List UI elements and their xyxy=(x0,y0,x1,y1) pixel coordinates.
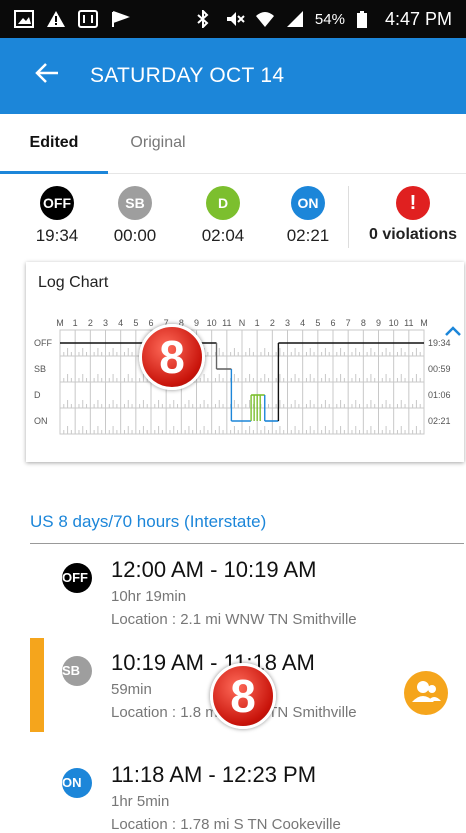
hour-tick-label: 10 xyxy=(207,318,217,328)
row-total: 00:59 xyxy=(428,364,451,374)
summary-off: OFF 19:34 xyxy=(27,186,87,246)
event-range: 12:00 AM - 10:19 AM xyxy=(111,557,317,582)
clock: 4:47 PM xyxy=(384,8,452,29)
hour-tick-label: 4 xyxy=(118,318,123,328)
hour-tick-label: 5 xyxy=(315,318,320,328)
bluetooth-icon xyxy=(195,8,215,30)
section-divider xyxy=(30,543,464,544)
violations-summary[interactable]: ! 0 violations xyxy=(360,186,466,244)
row-label: D xyxy=(34,390,41,400)
tab-original[interactable]: Original xyxy=(108,114,208,174)
log-chart-title: Log Chart xyxy=(38,274,109,291)
log-chart-graph: M 1 2 3 4 5 6 7 8 9 10 11 N 1 2 3 4 5 6 7 8 9 10 11 MOFF 19:34SB 0… xyxy=(34,318,451,435)
row-total: 19:34 xyxy=(428,338,451,348)
hour-tick-label: 6 xyxy=(330,318,335,328)
watermark-logo: 8 xyxy=(139,324,205,390)
row-label: OFF xyxy=(34,338,52,348)
event-duration: 59min xyxy=(111,681,152,698)
log-chart-card: Log Chart M 1 2 3 4 5 6 7 8 9 10 11 N 1 2 3 4 5 6 7 8 9 10 11 M O… xyxy=(26,262,464,462)
d-total: 02:04 xyxy=(201,226,245,245)
event-on-badge: ON xyxy=(62,768,92,798)
hour-tick-label: 3 xyxy=(285,318,290,328)
hour-tick-label: 9 xyxy=(376,318,381,328)
hour-tick-label: 5 xyxy=(133,318,138,328)
tab-bar: Edited Original xyxy=(0,114,466,174)
wifi-icon xyxy=(255,10,275,28)
back-button[interactable] xyxy=(0,60,90,92)
status-bar: 54% 4:47 PM xyxy=(0,0,466,38)
watermark-logo: 8 xyxy=(210,663,276,729)
event-duration: 10hr 19min xyxy=(111,588,187,605)
off-total: 19:34 xyxy=(35,226,79,245)
row-total: 01:06 xyxy=(428,390,451,400)
event-range: 11:18 AM - 12:23 PM xyxy=(111,762,317,787)
on-badge: ON xyxy=(291,186,325,220)
app-bar: SATURDAY OCT 14 xyxy=(0,38,466,114)
hour-tick-label: 1 xyxy=(255,318,260,328)
sb-badge: SB xyxy=(118,186,152,220)
duty-summary: OFF 19:34 SB 00:00 D 02:04 ON 02:21 ! 0 … xyxy=(0,186,466,252)
gallery-icon xyxy=(14,10,34,28)
summary-on: ON 02:21 xyxy=(278,186,338,246)
hour-tick-label: 1 xyxy=(73,318,78,328)
event-range: 10:19 AM - 11:18 AM xyxy=(111,650,315,675)
summary-d: D 02:04 xyxy=(193,186,253,246)
hour-tick-label: 3 xyxy=(103,318,108,328)
event-location: Location : 1.78 mi S TN Cookeville xyxy=(111,816,341,833)
hour-tick-label: 2 xyxy=(270,318,275,328)
violation-alert-icon: ! xyxy=(396,186,430,220)
event-sb-badge: SB xyxy=(62,656,92,686)
off-badge: OFF xyxy=(40,186,74,220)
flag-icon xyxy=(110,10,130,28)
hour-tick-label: 4 xyxy=(300,318,305,328)
hour-tick-label: 11 xyxy=(404,318,413,328)
hour-tick-label: M xyxy=(56,318,64,328)
warning-icon xyxy=(46,10,66,28)
signal-icon xyxy=(285,10,305,28)
row-label: SB xyxy=(34,364,46,374)
hour-tick-label: 8 xyxy=(361,318,366,328)
selected-indicator xyxy=(30,638,44,732)
row-label: ON xyxy=(34,416,48,426)
event-off-badge: OFF xyxy=(62,563,92,593)
mute-icon xyxy=(225,10,245,28)
hour-tick-label: 9 xyxy=(194,318,199,328)
ruleset-title: US 8 days/70 hours (Interstate) xyxy=(30,512,267,531)
on-total: 02:21 xyxy=(286,226,330,245)
hour-tick-label: M xyxy=(420,318,428,328)
tab-edited[interactable]: Edited xyxy=(0,114,108,174)
row-total: 02:21 xyxy=(428,416,451,426)
d-badge: D xyxy=(206,186,240,220)
hour-tick-label: 2 xyxy=(88,318,93,328)
violations-label: 0 violations xyxy=(368,226,458,243)
event-duration: 1hr 5min xyxy=(111,793,170,810)
hour-tick-label: N xyxy=(239,318,246,328)
summary-divider xyxy=(348,186,349,248)
battery-icon xyxy=(355,10,375,28)
hour-tick-label: 7 xyxy=(346,318,351,328)
hour-tick-label: 10 xyxy=(389,318,399,328)
summary-sb: SB 00:00 xyxy=(105,186,165,246)
arrow-left-icon xyxy=(35,63,58,83)
battery-percent: 54% xyxy=(314,10,345,28)
sb-total: 00:00 xyxy=(113,226,157,245)
person-group-icon xyxy=(412,681,441,702)
hour-tick-label: 6 xyxy=(148,318,153,328)
event-location: Location : 2.1 mi WNW TN Smithville xyxy=(111,611,357,628)
page-title: SATURDAY OCT 14 xyxy=(90,64,285,87)
assign-driver-button[interactable] xyxy=(404,671,448,715)
nfc-icon xyxy=(78,10,98,28)
hour-tick-label: 11 xyxy=(222,318,231,328)
